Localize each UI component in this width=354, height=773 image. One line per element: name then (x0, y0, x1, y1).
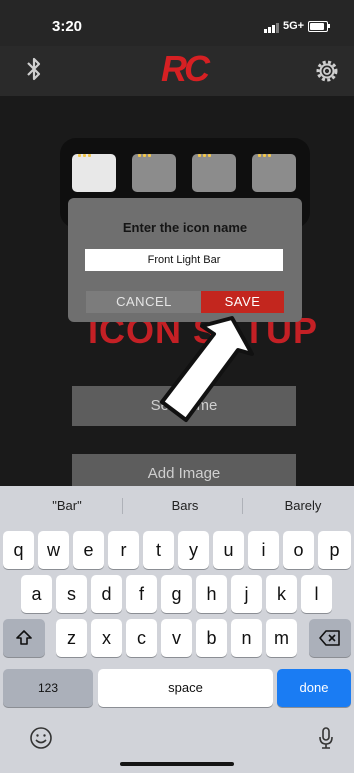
key-k[interactable]: k (266, 575, 297, 613)
indicator-dots (78, 144, 93, 157)
suggestion-bar: "Bar" Bars Barely (0, 486, 354, 526)
network-label: 5G+ (283, 20, 305, 32)
icon-name-input[interactable] (85, 249, 283, 271)
dialog-title: Enter the icon name (122, 220, 248, 235)
switch-tile-3[interactable] (192, 154, 236, 192)
key-n[interactable]: n (231, 619, 262, 657)
key-h[interactable]: h (196, 575, 227, 613)
key-u[interactable]: u (213, 531, 244, 569)
key-x[interactable]: x (91, 619, 122, 657)
backspace-icon (319, 630, 340, 646)
key-b[interactable]: b (196, 619, 227, 657)
signal-icon (264, 23, 280, 33)
key-f[interactable]: f (126, 575, 157, 613)
key-m[interactable]: m (266, 619, 297, 657)
suggestion-divider (242, 498, 243, 514)
indicator-dots (258, 144, 273, 157)
key-e[interactable]: e (73, 531, 104, 569)
status-bar: 3:20 5G+ (0, 0, 354, 46)
key-s[interactable]: s (56, 575, 87, 613)
key-l[interactable]: l (301, 575, 332, 613)
indicator-dots (138, 144, 153, 157)
key-g[interactable]: g (161, 575, 192, 613)
key-d[interactable]: d (91, 575, 122, 613)
logo-text: RC (161, 48, 210, 89)
suggestion-3[interactable]: Barely (244, 498, 354, 513)
key-j[interactable]: j (231, 575, 262, 613)
key-t[interactable]: t (143, 531, 174, 569)
switch-tile-4[interactable] (252, 154, 296, 192)
app-header: RC (0, 46, 354, 96)
key-q[interactable]: q (3, 531, 34, 569)
key-o[interactable]: o (283, 531, 314, 569)
key-i[interactable]: i (248, 531, 279, 569)
delete-key[interactable] (309, 619, 351, 657)
cancel-button[interactable]: CANCEL (86, 291, 202, 313)
rc-logo: RC (140, 48, 228, 89)
annotation-arrow-icon (160, 316, 254, 422)
battery-icon (308, 21, 328, 32)
key-p[interactable]: p (318, 531, 351, 569)
gear-icon[interactable] (314, 58, 340, 84)
shift-icon (16, 630, 32, 645)
switch-tile-2[interactable] (132, 154, 176, 192)
emoji-icon[interactable] (28, 725, 54, 751)
indicator-dots (198, 144, 213, 157)
home-indicator (120, 762, 234, 766)
status-time: 3:20 (52, 18, 83, 35)
keyboard: "Bar" Bars Barely q w e r t y u i o p a … (0, 486, 354, 773)
suggestion-2[interactable]: Bars (126, 498, 244, 513)
suggestion-1[interactable]: "Bar" (8, 498, 126, 513)
done-key[interactable]: done (277, 669, 351, 707)
battery-tip (328, 24, 330, 28)
microphone-icon[interactable] (313, 725, 339, 751)
bluetooth-icon[interactable] (24, 54, 44, 84)
key-y[interactable]: y (178, 531, 209, 569)
key-v[interactable]: v (161, 619, 192, 657)
switch-tile-1[interactable] (72, 154, 116, 192)
numbers-key[interactable]: 123 (3, 669, 93, 707)
key-r[interactable]: r (108, 531, 139, 569)
key-z[interactable]: z (56, 619, 87, 657)
icon-name-dialog: Enter the icon name CANCEL SAVE (68, 198, 302, 322)
key-a[interactable]: a (21, 575, 52, 613)
save-button[interactable]: SAVE (201, 291, 284, 313)
space-key[interactable]: space (98, 669, 273, 707)
key-c[interactable]: c (126, 619, 157, 657)
key-w[interactable]: w (38, 531, 69, 569)
suggestion-divider (122, 498, 123, 514)
shift-key[interactable] (3, 619, 45, 657)
